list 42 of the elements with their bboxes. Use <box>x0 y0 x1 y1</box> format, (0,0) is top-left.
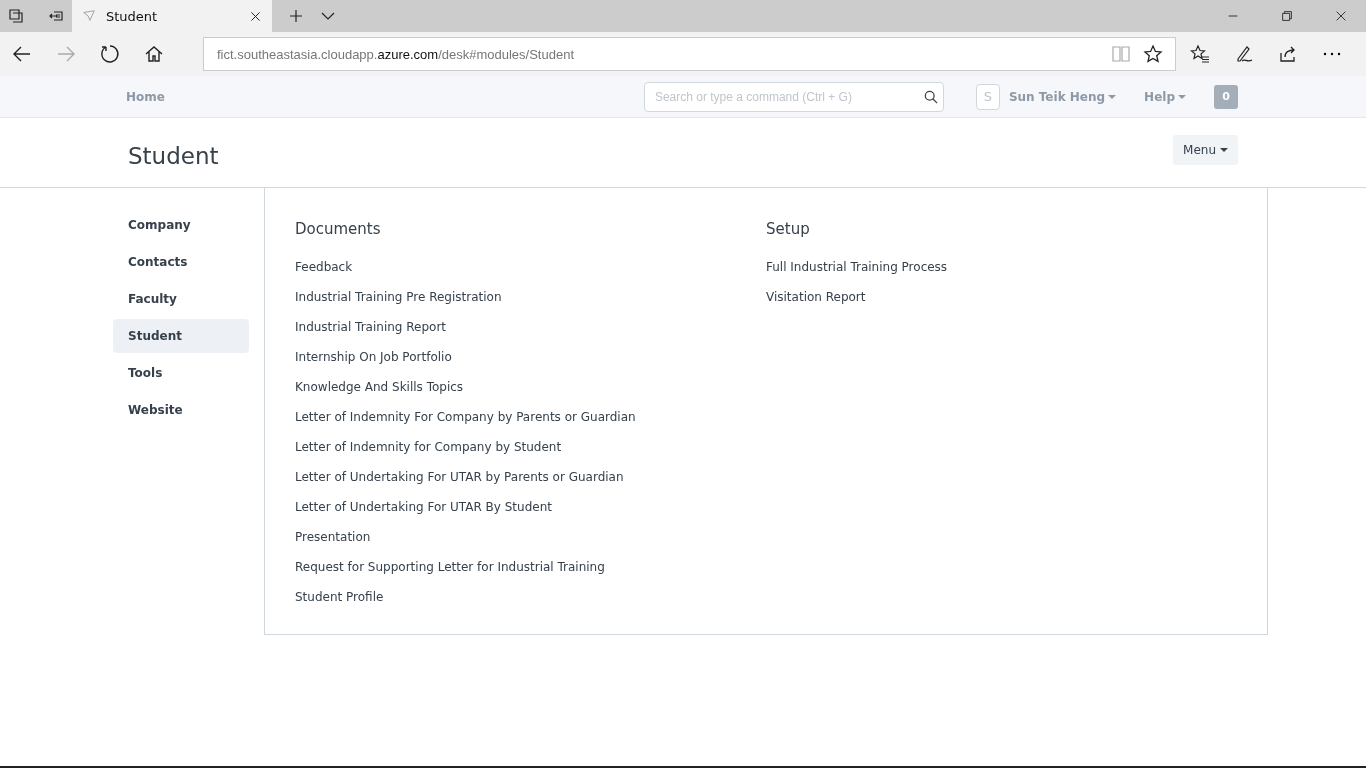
sidebar-item[interactable]: Contacts <box>113 245 249 279</box>
pen-icon[interactable] <box>1234 44 1254 64</box>
module-link[interactable]: Visitation Report <box>766 282 866 312</box>
tab-preview-icon[interactable] <box>8 8 24 24</box>
sidebar-item[interactable]: Tools <box>113 356 249 390</box>
module-link[interactable]: Letter of Indemnity for Company by Student <box>295 432 562 462</box>
sidebar-item[interactable]: Website <box>113 393 249 427</box>
browser-tab[interactable]: Student <box>72 0 272 32</box>
search-icon <box>923 89 938 104</box>
section-title: Documents <box>295 220 382 238</box>
sidebar-item[interactable]: Company <box>113 208 249 242</box>
module-link[interactable]: Letter of Indemnity For Company by Parents or Guardian <box>295 402 636 432</box>
module-link[interactable]: Internship On Job Portfolio <box>295 342 452 372</box>
restore-icon[interactable] <box>1280 9 1294 23</box>
close-icon[interactable] <box>249 9 262 23</box>
search-field[interactable]: Search or type a command (Ctrl + G) <box>643 81 944 112</box>
module-link[interactable]: Presentation <box>295 522 371 552</box>
favorites-list-icon[interactable] <box>1190 44 1210 64</box>
home-icon[interactable] <box>144 44 164 64</box>
module-link[interactable]: Full Industrial Training Process <box>766 252 948 282</box>
module-link[interactable]: Letter of Undertaking For UTAR By Student <box>295 492 552 522</box>
page-title: Student <box>128 142 219 169</box>
avatar: S <box>975 83 1000 110</box>
set-aside-tabs-icon[interactable] <box>48 8 64 24</box>
menu-button[interactable]: Menu <box>1173 134 1238 165</box>
new-tab-icon[interactable] <box>288 8 304 24</box>
section-title: Setup <box>766 220 811 238</box>
address-bar[interactable]: fict.southeastasia.cloudapp.azure.com/desk#modules/Student <box>203 37 1176 71</box>
module-link[interactable]: Industrial Training Report <box>295 312 447 342</box>
star-icon[interactable] <box>1143 44 1163 64</box>
sidebar-item[interactable]: Student <box>113 319 249 353</box>
module-link[interactable]: Industrial Training Pre Registration <box>295 282 502 312</box>
module-link[interactable]: Request for Supporting Letter for Industrial Training <box>295 552 605 582</box>
module-link[interactable]: Letter of Undertaking For UTAR by Parents or Guardian <box>295 462 624 492</box>
refresh-icon[interactable] <box>100 44 120 64</box>
module-link[interactable]: Student Profile <box>295 582 384 612</box>
share-icon[interactable] <box>1278 44 1298 64</box>
back-arrow-icon[interactable] <box>12 44 32 64</box>
module-link[interactable]: Feedback <box>295 252 353 282</box>
close-icon[interactable] <box>1334 9 1348 23</box>
sidebar-item[interactable]: Faculty <box>113 282 249 316</box>
module-link[interactable]: Knowledge And Skills Topics <box>295 372 464 402</box>
